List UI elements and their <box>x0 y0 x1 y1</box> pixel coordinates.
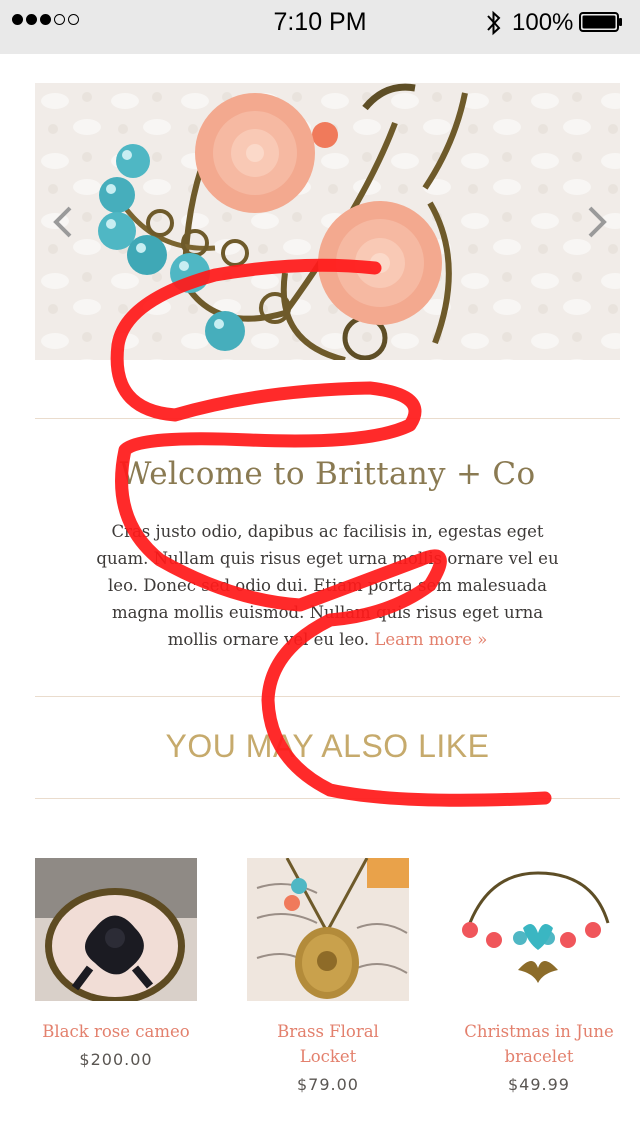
product-name[interactable]: Christmas in June bracelet <box>458 1019 620 1069</box>
product-price: $200.00 <box>79 1050 153 1069</box>
learn-more-link[interactable]: Learn more » <box>374 630 487 649</box>
section-heading: YOU MAY ALSO LIKE <box>165 728 490 764</box>
product-name[interactable]: Brass Floral Locket <box>247 1019 409 1069</box>
chevron-right-icon[interactable] <box>582 205 612 239</box>
product-image[interactable] <box>35 858 197 1001</box>
battery-icon <box>579 12 622 32</box>
welcome-body: Cras justo odio, dapibus ac facilisis in… <box>85 518 570 653</box>
product-card[interactable]: Christmas in June bracelet $49.99 <box>458 858 620 1094</box>
welcome-text: Cras justo odio, dapibus ac facilisis in… <box>96 522 559 649</box>
product-card[interactable]: Brass Floral Locket $79.00 <box>247 858 409 1094</box>
hero-image[interactable] <box>35 83 620 360</box>
divider <box>35 418 620 419</box>
product-card[interactable]: Black rose cameo $200.00 <box>35 858 197 1069</box>
product-price: $79.00 <box>297 1075 359 1094</box>
product-name[interactable]: Black rose cameo <box>35 1019 197 1044</box>
product-image[interactable] <box>247 858 409 1001</box>
welcome-title: Welcome to Brittany + Co <box>119 456 536 492</box>
status-bar: 7:10 PM 100% <box>0 0 640 54</box>
product-image[interactable] <box>458 858 620 1001</box>
battery-percentage: 100% <box>512 9 574 36</box>
bluetooth-icon <box>487 10 501 36</box>
chevron-left-icon[interactable] <box>48 205 78 239</box>
divider <box>35 798 620 799</box>
product-price: $49.99 <box>508 1075 570 1094</box>
divider <box>35 696 620 697</box>
